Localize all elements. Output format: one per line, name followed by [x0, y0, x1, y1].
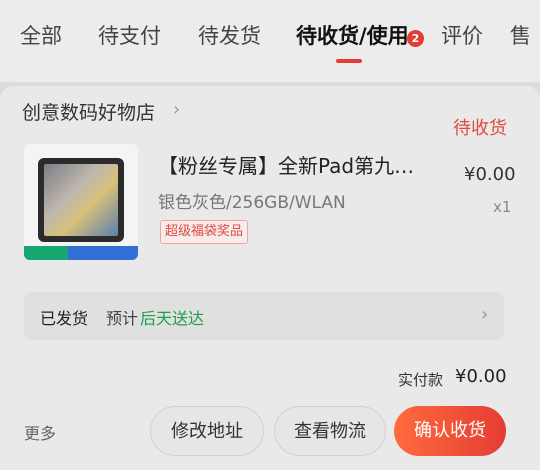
- tab-after-sales[interactable]: 售: [510, 20, 531, 50]
- tab-pending-receipt[interactable]: 待收货/使用: [296, 20, 409, 50]
- eta-value: 后天送达: [140, 309, 205, 328]
- tab-all[interactable]: 全部: [20, 20, 62, 50]
- logistics-row[interactable]: 已发货 预计 后天送达 ›: [24, 292, 504, 340]
- view-logistics-button[interactable]: 查看物流: [274, 406, 386, 456]
- tab-review[interactable]: 评价: [441, 20, 483, 50]
- chevron-right-icon[interactable]: ›: [173, 99, 180, 120]
- eta-label: 预计: [106, 309, 139, 328]
- product-quantity: x1: [493, 198, 512, 216]
- product-price: ¥0.00: [464, 164, 516, 185]
- paid-amount: ¥0.00: [455, 366, 507, 387]
- confirm-receipt-button[interactable]: 确认收货: [394, 406, 506, 456]
- order-status: 待收货: [453, 118, 507, 139]
- shipping-status: 已发货: [40, 309, 89, 328]
- product-title[interactable]: 【粉丝专属】全新Pad第九…: [158, 150, 414, 179]
- active-tab-indicator: [336, 59, 362, 63]
- more-button[interactable]: 更多: [24, 420, 56, 444]
- paid-label: 实付款: [398, 371, 444, 389]
- promo-tag: 超级福袋奖品: [160, 220, 249, 244]
- order-card: 创意数码好物店 › 待收货 【粉丝专属】全新Pad第九… ¥0.00 银色灰色/…: [0, 86, 540, 470]
- chevron-right-icon: ›: [481, 304, 489, 325]
- product-thumbnail[interactable]: [24, 144, 138, 260]
- store-name[interactable]: 创意数码好物店: [22, 98, 155, 125]
- tab-count-badge: 2: [407, 30, 424, 47]
- tab-pending-payment[interactable]: 待支付: [98, 20, 161, 50]
- order-tabs: 全部 待支付 待发货 待收货/使用 2 评价 售: [0, 0, 540, 82]
- tablet-image: [38, 158, 124, 242]
- product-spec: 银色灰色/256GB/WLAN: [158, 193, 346, 213]
- tab-pending-shipment[interactable]: 待发货: [198, 20, 261, 50]
- change-address-button[interactable]: 修改地址: [150, 406, 264, 456]
